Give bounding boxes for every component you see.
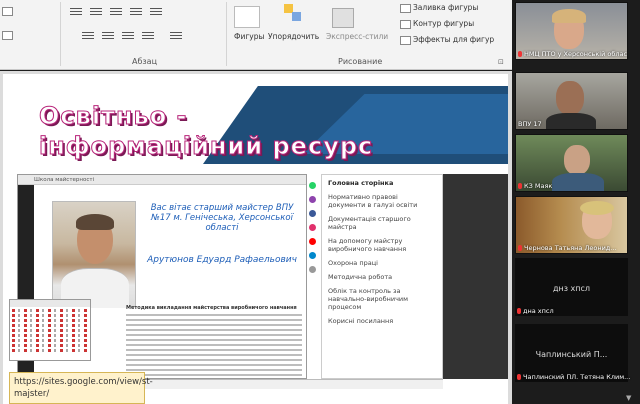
- participant-name: ВПУ 17: [518, 120, 542, 128]
- menu-item[interactable]: Облік та контроль за навчально-виробничи…: [328, 287, 436, 311]
- ribbon-separator: [60, 2, 61, 66]
- participant-center-name: Чаплинський П...: [535, 350, 608, 359]
- viber-icon: [309, 196, 316, 203]
- site-url-box[interactable]: https://sites.google.com/view/st-majster…: [9, 372, 153, 404]
- ribbon-left-icons[interactable]: [2, 6, 15, 16]
- decrease-indent-icon[interactable]: [110, 8, 122, 17]
- participant-name: КЗ Маяк: [524, 182, 553, 190]
- participant-tile[interactable]: КЗ Маяк: [515, 134, 628, 192]
- browser-tab: Школа майстерності: [18, 175, 306, 185]
- participant-name: НМЦ ПТО у Херсонській області: [524, 50, 628, 58]
- participant-body: [552, 173, 604, 191]
- arrange-button[interactable]: Упорядочить: [268, 32, 319, 41]
- youtube-icon: [309, 238, 316, 245]
- increase-indent-icon[interactable]: [130, 8, 142, 17]
- mic-muted-icon: [518, 245, 522, 251]
- participant-label: Чернова Татьяна Леонид...: [518, 244, 617, 252]
- participant-label: ВПУ 17: [518, 120, 542, 128]
- participant-name: дна хпсл: [523, 307, 554, 315]
- format-icon: [2, 6, 13, 16]
- participant-label: Чаплинский ПЛ. Тетяна Клим...: [517, 373, 630, 381]
- justify-icon[interactable]: [142, 32, 154, 41]
- line-spacing-icon[interactable]: [150, 8, 162, 17]
- share-icon: [309, 266, 316, 273]
- participant-label: КЗ Маяк: [518, 182, 552, 190]
- article-heading: Методика викладання майстерства виробнич…: [126, 305, 297, 311]
- shape-fill-label: Заливка фигуры: [413, 3, 479, 12]
- shapes-gallery-icon[interactable]: [234, 6, 260, 28]
- participant-label: НМЦ ПТО у Херсонській області: [518, 50, 628, 58]
- shape-fill-button[interactable]: Заливка фигуры: [400, 3, 478, 13]
- photo-hair: [76, 214, 114, 230]
- menu-item[interactable]: Корисні посилання: [328, 317, 436, 325]
- site-background-right: [443, 174, 508, 379]
- teacher-name: Арутюнов Едуард Рафаельович: [147, 255, 297, 265]
- columns-icon[interactable]: [170, 32, 182, 41]
- participant-name: Чернова Татьяна Леонид...: [524, 244, 617, 252]
- whatsapp-icon: [309, 182, 316, 189]
- instagram-icon: [309, 224, 316, 231]
- participant-tile[interactable]: Чаплинський П... Чаплинский ПЛ. Тетяна К…: [515, 324, 630, 382]
- arrange-icon: [284, 4, 302, 26]
- telegram-icon: [309, 252, 316, 259]
- participant-tile[interactable]: днз хпсл дна хпсл: [515, 258, 628, 316]
- participant-video: [556, 81, 584, 115]
- participant-tile[interactable]: ВПУ 17: [515, 72, 628, 130]
- align-center-icon[interactable]: [102, 32, 114, 41]
- menu-item[interactable]: Нормативно правові документи в галузі ос…: [328, 193, 436, 209]
- ribbon: Абзац Фигуры Упорядочить Экспресс-стили …: [0, 0, 512, 70]
- shape-effects-label: Эффекты для фигур: [413, 35, 495, 44]
- menu-item[interactable]: Охорона праці: [328, 259, 436, 267]
- participant-center-name: днз хпсл: [552, 284, 591, 293]
- mic-muted-icon: [517, 308, 521, 314]
- numbering-icon[interactable]: [90, 8, 102, 17]
- paint-bucket-icon: [400, 3, 411, 13]
- mic-muted-icon: [518, 51, 522, 57]
- menu-item[interactable]: Методична робота: [328, 273, 436, 281]
- participant-tile[interactable]: НМЦ ПТО у Херсонській області: [515, 2, 628, 60]
- shape-outline-button[interactable]: Контур фигуры: [400, 19, 474, 29]
- effects-icon: [400, 35, 411, 45]
- quick-styles-icon: [332, 8, 354, 28]
- schedule-table-image: [9, 299, 91, 361]
- menu-item[interactable]: Документація старшого майстра: [328, 215, 436, 231]
- shape-effects-button[interactable]: Эффекты для фигур: [400, 35, 494, 45]
- align-right-icon[interactable]: [122, 32, 134, 41]
- participant-hair: [552, 9, 586, 23]
- mic-muted-icon: [517, 374, 521, 380]
- dialog-launcher-icon[interactable]: ⊡: [498, 58, 504, 66]
- pen-icon: [400, 19, 411, 29]
- slide-title-line1: Освітньо -: [39, 102, 188, 131]
- menu-item[interactable]: Головна сторінка: [328, 179, 436, 187]
- article-text: Методика викладання майстерства виробнич…: [126, 305, 302, 378]
- scroll-down-icon[interactable]: ▼: [626, 394, 636, 402]
- shape-outline-label: Контур фигуры: [413, 19, 475, 28]
- format-icon: [2, 30, 13, 40]
- slide[interactable]: Освітньо - інформаційний ресурс Школа ма…: [3, 74, 508, 404]
- slide-title-line2: інформаційний ресурс: [38, 132, 374, 161]
- participant-body: [546, 113, 596, 129]
- quick-styles-button[interactable]: Экспресс-стили: [326, 32, 388, 41]
- bullets-icon[interactable]: [70, 8, 82, 17]
- screen: Абзац Фигуры Упорядочить Экспресс-стили …: [0, 0, 640, 404]
- participant-hair: [580, 201, 614, 215]
- facebook-icon: [309, 210, 316, 217]
- welcome-text: Вас вітає старший майстер ВПУ №17 м. Ген…: [150, 203, 294, 233]
- participant-label: дна хпсл: [517, 307, 554, 315]
- mic-muted-icon: [518, 183, 522, 189]
- participant-tile[interactable]: Чернова Татьяна Леонид...: [515, 196, 628, 254]
- ribbon-separator: [226, 2, 227, 66]
- drawing-group-label: Рисование: [338, 57, 383, 66]
- site-menu: Головна сторінка Нормативно правові доку…: [321, 174, 443, 379]
- social-icons: [309, 182, 319, 280]
- participant-name: Чаплинский ПЛ. Тетяна Клим...: [523, 373, 631, 381]
- shapes-button[interactable]: Фигуры: [234, 32, 264, 41]
- participant-video: [564, 145, 590, 175]
- teacher-photo: [52, 201, 136, 308]
- align-left-icon[interactable]: [82, 32, 94, 41]
- paragraph-group-label: Абзац: [132, 57, 158, 66]
- menu-item[interactable]: На допомогу майстру виробничого навчання: [328, 237, 436, 253]
- ribbon-left-icons-2[interactable]: [2, 30, 15, 40]
